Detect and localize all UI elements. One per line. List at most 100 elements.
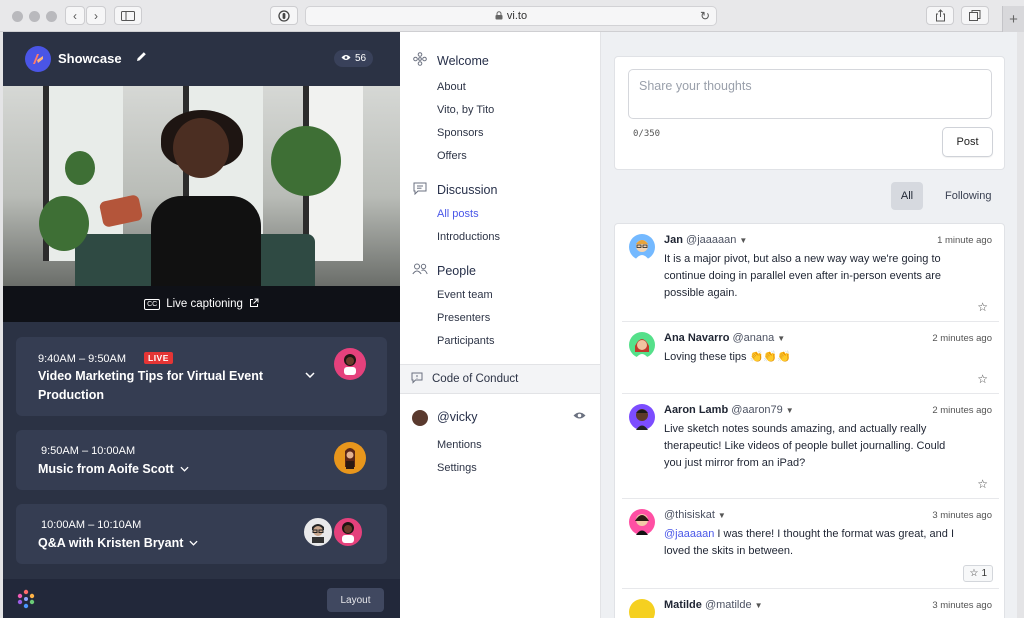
session-card[interactable]: 10:00AM – 10:10AM Q&A with Kristen Bryan… (16, 504, 387, 564)
share-button[interactable] (926, 6, 954, 25)
privacy-report-button[interactable] (270, 6, 298, 25)
post-author[interactable]: Jan @jaaaaan ▼ (664, 234, 747, 246)
nav-item-offers[interactable]: Offers (437, 150, 467, 162)
stage-footer: Layout (3, 579, 400, 618)
post-item[interactable]: Aaron Lamb @aaron79 ▼ 2 minutes ago Live … (622, 394, 999, 499)
caret-down-icon[interactable]: ▼ (718, 511, 726, 520)
post-author[interactable]: Ana Navarro @anana ▼ (664, 332, 785, 344)
post-textarea[interactable]: Share your thoughts (628, 69, 992, 119)
reload-icon[interactable]: ↻ (700, 9, 710, 23)
post-button[interactable]: Post (942, 127, 993, 157)
user-handle[interactable]: @vicky (437, 410, 477, 424)
event-title: Showcase (58, 51, 122, 66)
tabs-overview-button[interactable] (961, 6, 989, 25)
author-handle: @aaron79 (731, 404, 783, 416)
caret-down-icon[interactable]: ▼ (755, 601, 763, 610)
chevron-down-icon[interactable] (180, 460, 189, 479)
post-timestamp: 3 minutes ago (932, 600, 992, 611)
author-avatar[interactable] (629, 234, 655, 260)
post-timestamp: 3 minutes ago (932, 510, 992, 521)
post-item[interactable]: Ana Navarro @anana ▼ 2 minutes ago Loving… (622, 322, 999, 394)
post-author[interactable]: @thisiskat ▼ (664, 509, 726, 521)
nav-item-all-posts[interactable]: All posts (437, 208, 479, 220)
guest-avatar (332, 516, 364, 548)
nav-item-about[interactable]: About (437, 81, 466, 93)
session-card[interactable]: 9:50AM – 10:00AM Music from Aoife Scott (16, 430, 387, 490)
eye-icon[interactable] (573, 411, 586, 423)
nav-item-vito[interactable]: Vito, by Tito (437, 104, 494, 116)
post-item[interactable]: Jan @jaaaaan ▼ 1 minute ago It is a major… (622, 224, 999, 322)
post-author[interactable]: Matilde @matilde ▼ (664, 599, 763, 611)
filter-following-tab[interactable]: Following (945, 190, 991, 202)
chevron-down-icon[interactable] (189, 534, 198, 553)
video-player[interactable] (3, 86, 400, 286)
author-avatar[interactable] (629, 404, 655, 430)
sidebar-toggle-button[interactable] (114, 6, 142, 25)
author-avatar[interactable] (629, 332, 655, 358)
zoom-window-button[interactable] (46, 11, 57, 22)
presenter-face (173, 118, 229, 178)
nav-item-participants[interactable]: Participants (437, 335, 494, 347)
session-title-line: Production (38, 388, 104, 402)
host-avatar (302, 516, 334, 548)
nav-item-sponsors[interactable]: Sponsors (437, 127, 483, 139)
author-avatar[interactable] (629, 509, 655, 535)
nav-item-presenters[interactable]: Presenters (437, 312, 490, 324)
post-body: @jaaaaan I was there! I thought the form… (664, 526, 964, 560)
nav-item-introductions[interactable]: Introductions (437, 231, 500, 243)
author-handle: @jaaaaan (686, 234, 737, 246)
nav-item-event-team[interactable]: Event team (437, 289, 493, 301)
chevron-down-icon[interactable] (305, 370, 315, 381)
author-handle: @anana (732, 332, 775, 344)
post-list: Jan @jaaaaan ▼ 1 minute ago It is a major… (614, 223, 1005, 618)
nav-item-mentions[interactable]: Mentions (437, 439, 482, 451)
chat-bubble-icon (411, 182, 428, 198)
nav-section-people[interactable]: People (411, 263, 476, 278)
nav-section-welcome[interactable]: Welcome (411, 52, 489, 69)
post-timestamp: 1 minute ago (937, 235, 992, 246)
post-body: Loving these tips 👏👏👏 (664, 351, 791, 363)
live-captioning-link[interactable]: CC Live captioning (3, 286, 400, 322)
privacy-shield-icon (278, 9, 290, 22)
lock-icon (495, 10, 503, 22)
nav-section-discussion[interactable]: Discussion (411, 182, 497, 198)
caret-down-icon[interactable]: ▼ (786, 406, 794, 415)
post-timestamp: 2 minutes ago (932, 333, 992, 344)
viewer-count-badge: 56 (334, 50, 374, 67)
filter-all-tab[interactable]: All (891, 182, 923, 210)
sidebar-icon (121, 10, 135, 21)
address-bar[interactable]: vi.to ↻ (305, 6, 717, 26)
post-author[interactable]: Aaron Lamb @aaron79 ▼ (664, 404, 794, 416)
share-icon (935, 9, 945, 22)
session-title: Video Marketing Tips for Virtual Event P… (38, 367, 263, 405)
browser-window: ‹ › vi.to ↻ + Showcase 56 CC Live captio… (0, 0, 1024, 618)
post-item[interactable]: @thisiskat ▼ 3 minutes ago @jaaaaan I was… (622, 499, 999, 589)
new-tab-button[interactable]: + (1002, 6, 1024, 32)
session-card[interactable]: 9:40AM – 9:50AM LIVE Video Marketing Tip… (16, 337, 387, 416)
forward-button[interactable]: › (86, 6, 106, 25)
session-title-text: Q&A with Kristen Bryant (38, 536, 184, 550)
viewer-count: 56 (355, 53, 367, 64)
caret-down-icon[interactable]: ▼ (739, 236, 747, 245)
back-button[interactable]: ‹ (65, 6, 85, 25)
star-icon[interactable]: ☆ (977, 477, 988, 491)
code-of-conduct-link[interactable]: Code of Conduct (400, 364, 600, 394)
close-window-button[interactable] (12, 11, 23, 22)
minimize-window-button[interactable] (29, 11, 40, 22)
post-item[interactable]: Matilde @matilde ▼ 3 minutes ago (622, 589, 999, 618)
nav-item-settings[interactable]: Settings (437, 462, 477, 474)
star-icon[interactable]: ☆ (977, 300, 988, 314)
session-title-line: Video Marketing Tips for Virtual Event (38, 369, 264, 383)
star-icon[interactable]: ☆ (977, 372, 988, 386)
author-name: Matilde (664, 599, 702, 611)
star-count-button[interactable]: ☆ 1 (963, 565, 993, 582)
plant (271, 126, 341, 196)
pencil-icon[interactable] (136, 51, 147, 65)
author-avatar[interactable] (629, 599, 655, 618)
user-avatar[interactable] (412, 410, 428, 426)
mention-link[interactable]: @jaaaaan (664, 528, 714, 540)
layout-button[interactable]: Layout (327, 588, 384, 612)
caret-down-icon[interactable]: ▼ (777, 334, 785, 343)
session-title: Music from Aoife Scott (38, 460, 189, 479)
session-time: 9:50AM – 10:00AM (41, 445, 136, 457)
